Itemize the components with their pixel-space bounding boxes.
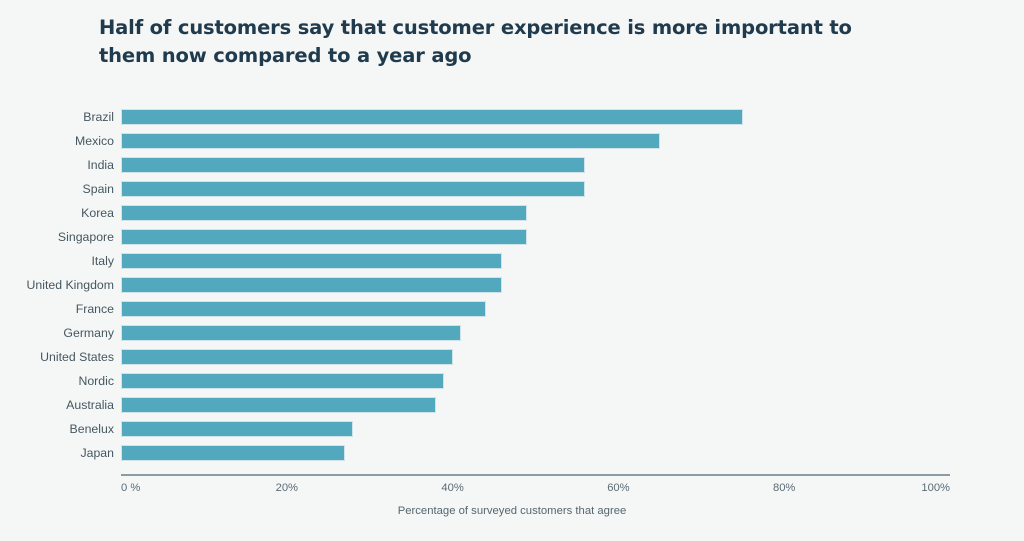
bar-row: Italy xyxy=(0,253,1024,277)
category-label: Australia xyxy=(66,398,114,412)
bar-rows: Brazil Mexico India Spain Korea Singapore Ital… xyxy=(0,109,1024,469)
category-label: Mexico xyxy=(75,134,114,148)
bar[interactable] xyxy=(121,421,354,437)
bar-track xyxy=(121,421,950,437)
bar-track xyxy=(121,301,950,317)
bar-row: Australia xyxy=(0,397,1024,421)
x-tick-label: 100% xyxy=(921,482,950,494)
bar-track xyxy=(121,181,950,197)
x-tick-label: 80% xyxy=(772,482,796,494)
bar-track xyxy=(121,445,950,461)
bar-track xyxy=(121,157,950,173)
category-label: India xyxy=(87,158,114,172)
category-label: France xyxy=(75,302,114,316)
bar-row: Brazil xyxy=(0,109,1024,133)
category-label: Korea xyxy=(81,206,114,220)
bar[interactable] xyxy=(121,181,586,197)
bar[interactable] xyxy=(121,445,345,461)
bar-row: Singapore xyxy=(0,229,1024,253)
bar[interactable] xyxy=(121,373,445,389)
bar-track xyxy=(121,277,950,293)
category-label: United Kingdom xyxy=(26,278,115,292)
x-tick-label: 0 % xyxy=(121,482,141,494)
category-label: Japan xyxy=(80,446,114,460)
bar[interactable] xyxy=(121,253,503,269)
bar[interactable] xyxy=(121,133,660,149)
bar[interactable] xyxy=(121,301,486,317)
bar-track xyxy=(121,133,950,149)
bar[interactable] xyxy=(121,109,743,125)
bar-track xyxy=(121,109,950,125)
bar-row: Korea xyxy=(0,205,1024,229)
bar-track xyxy=(121,397,950,413)
category-label: Germany xyxy=(63,326,114,340)
bar-track xyxy=(121,205,950,221)
x-axis-caption: Percentage of surveyed customers that ag… xyxy=(397,505,627,517)
x-tick-label: 60% xyxy=(607,482,630,494)
bar[interactable] xyxy=(121,397,437,413)
category-label: Benelux xyxy=(69,422,114,436)
bar[interactable] xyxy=(121,205,528,221)
x-tick-label: 40% xyxy=(441,482,464,494)
bar[interactable] xyxy=(121,229,528,245)
bar[interactable] xyxy=(121,277,503,293)
bar-row: France xyxy=(0,301,1024,325)
bar-track xyxy=(121,349,950,365)
bar-row: Benelux xyxy=(0,421,1024,445)
bar-row: United Kingdom xyxy=(0,277,1024,301)
category-label: Singapore xyxy=(57,230,114,244)
bar-track xyxy=(121,229,950,245)
bar[interactable] xyxy=(121,349,453,365)
bar-track xyxy=(121,325,950,341)
bar-row: Mexico xyxy=(0,133,1024,157)
category-label: Nordic xyxy=(78,374,114,388)
bar-row: Germany xyxy=(0,325,1024,349)
category-label: Spain xyxy=(82,182,114,196)
bar-track xyxy=(121,373,950,389)
x-axis-line xyxy=(121,474,950,476)
bar[interactable] xyxy=(121,157,586,173)
bar-track xyxy=(121,253,950,269)
bar-row: Japan xyxy=(0,445,1024,469)
x-axis-ticks: 0 % 20% 40% 60% 80% 100% xyxy=(0,482,1024,498)
bar[interactable] xyxy=(121,325,461,341)
category-label: United States xyxy=(40,350,114,364)
bar-row: United States xyxy=(0,349,1024,373)
bar-row: Spain xyxy=(0,181,1024,205)
bar-row: India xyxy=(0,157,1024,181)
chart-container: Half of customers say that customer expe… xyxy=(0,0,1024,541)
bar-row: Nordic xyxy=(0,373,1024,397)
category-label: Italy xyxy=(91,254,114,268)
plot-area: Brazil Mexico India Spain Korea Singapore Ital… xyxy=(0,0,1024,541)
x-tick-label: 20% xyxy=(275,482,298,494)
category-label: Brazil xyxy=(83,110,114,124)
